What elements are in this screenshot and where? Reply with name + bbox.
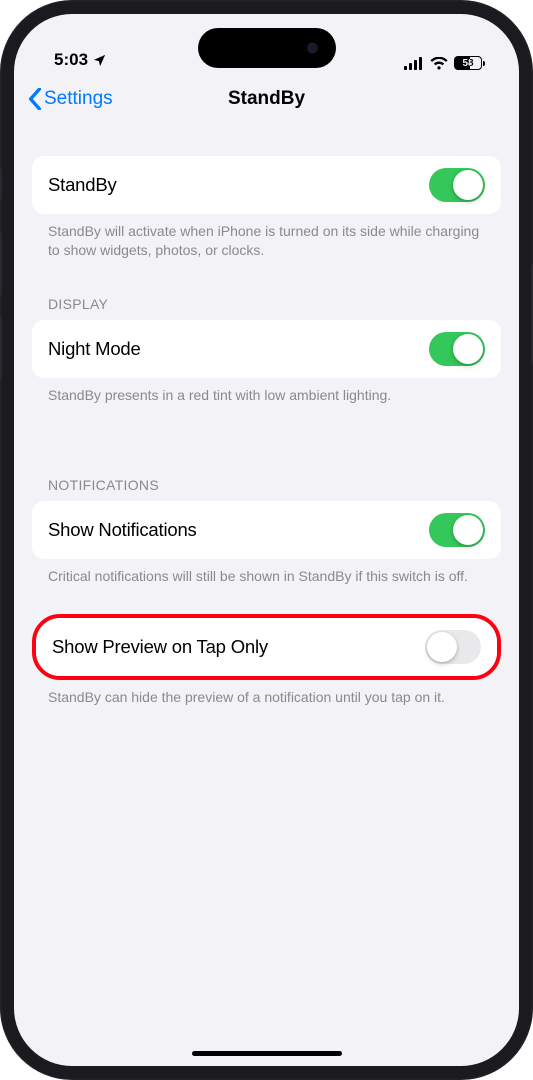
highlight-ring: Show Preview on Tap Only — [32, 614, 501, 680]
page-title: StandBy — [228, 88, 305, 110]
group-notifications: NOTIFICATIONS Show Notifications Critica… — [32, 477, 501, 586]
back-button[interactable]: Settings — [24, 84, 117, 114]
group-footer: StandBy presents in a red tint with low … — [32, 378, 501, 405]
toggle-standby[interactable] — [429, 168, 485, 202]
row-show-notifications[interactable]: Show Notifications — [32, 501, 501, 559]
row-show-preview-tap[interactable]: Show Preview on Tap Only — [36, 618, 497, 676]
row-night-mode[interactable]: Night Mode — [32, 320, 501, 378]
toggle-night-mode[interactable] — [429, 332, 485, 366]
nav-header: Settings StandBy — [14, 74, 519, 124]
screen: 5:03 58 — [14, 14, 519, 1066]
group-preview-tap: Show Preview on Tap Only StandBy can hid… — [32, 614, 501, 707]
wifi-icon — [430, 57, 448, 70]
chevron-left-icon — [28, 88, 42, 110]
battery-percent-text: 58 — [462, 58, 473, 69]
status-time: 5:03 — [54, 50, 88, 70]
home-indicator[interactable] — [192, 1051, 342, 1056]
row-label: Show Preview on Tap Only — [52, 636, 268, 658]
dynamic-island — [198, 28, 336, 68]
toggle-show-notifications[interactable] — [429, 513, 485, 547]
row-label: Night Mode — [48, 338, 141, 360]
volume-up-button[interactable] — [0, 232, 2, 296]
group-header: DISPLAY — [32, 296, 501, 320]
toggle-show-preview-tap[interactable] — [425, 630, 481, 664]
group-header: NOTIFICATIONS — [32, 477, 501, 501]
group-footer: StandBy will activate when iPhone is tur… — [32, 214, 501, 260]
group-display: DISPLAY Night Mode StandBy presents in a… — [32, 296, 501, 405]
back-label: Settings — [44, 88, 113, 110]
group-standby: StandBy StandBy will activate when iPhon… — [32, 156, 501, 260]
row-label: StandBy — [48, 174, 117, 196]
cellular-icon — [404, 57, 424, 70]
row-standby[interactable]: StandBy — [32, 156, 501, 214]
phone-frame: 5:03 58 — [0, 0, 533, 1080]
row-label: Show Notifications — [48, 519, 197, 541]
volume-down-button[interactable] — [0, 316, 2, 380]
battery-indicator: 58 — [454, 56, 485, 70]
group-footer: Critical notifications will still be sho… — [32, 559, 501, 586]
group-footer: StandBy can hide the preview of a notifi… — [32, 680, 501, 707]
silence-switch[interactable] — [0, 168, 2, 200]
location-icon — [92, 53, 107, 68]
